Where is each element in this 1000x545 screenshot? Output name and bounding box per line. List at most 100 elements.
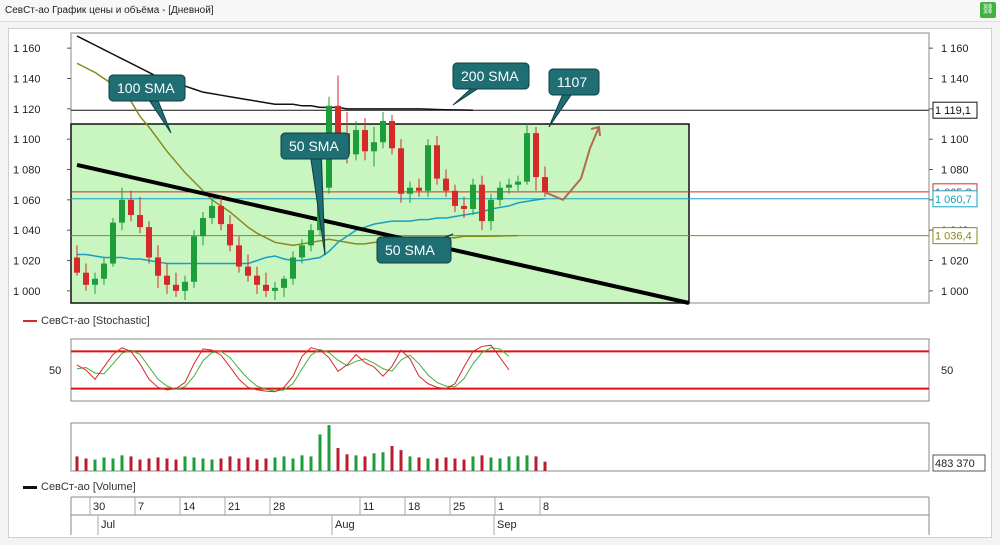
volume-bar (372, 453, 376, 471)
day-label: 11 (363, 501, 374, 513)
volume-bar (264, 458, 268, 471)
volume-bar (111, 458, 115, 471)
candle-body (299, 245, 305, 258)
candle-body (110, 222, 116, 264)
volume-bar (93, 459, 97, 471)
volume-bar (192, 457, 196, 471)
y-tick-right: 1 000 (941, 286, 969, 298)
volume-bar (489, 457, 493, 471)
volume-bar (318, 434, 322, 471)
candle-body (236, 245, 242, 267)
y-tick-left: 1 000 (13, 286, 41, 298)
volume-bar (444, 457, 448, 471)
stochastic-legend-label: СевСт-ао [Stochastic] (41, 315, 150, 327)
y-tick-right: 1 020 (941, 256, 969, 268)
candle-body (128, 199, 134, 216)
day-label: 14 (183, 501, 195, 513)
candle-body (362, 130, 368, 152)
volume-bar (75, 456, 79, 471)
volume-bar (462, 459, 466, 471)
callout-label: 50 SMA (289, 138, 339, 154)
volume-bar (84, 458, 88, 471)
candle-body (218, 205, 224, 225)
candle-body (416, 187, 422, 191)
candle-body (101, 263, 107, 279)
volume-bar (408, 456, 412, 471)
volume-bar (183, 456, 187, 471)
candle-body (263, 284, 269, 291)
volume-bar (147, 458, 151, 471)
volume-bar (228, 456, 232, 471)
month-label: Sep (497, 519, 517, 531)
day-label: 8 (543, 501, 549, 513)
volume-bar (354, 455, 358, 471)
volume-bar (174, 459, 178, 471)
candle-body (290, 257, 296, 279)
candle-body (479, 184, 485, 222)
candle-body (281, 278, 287, 288)
channel-rectangle (70, 123, 690, 304)
volume-bar (471, 456, 475, 471)
day-label: 1 (498, 501, 504, 513)
candle-body (515, 181, 521, 185)
candle-body (353, 130, 359, 155)
volume-bar (120, 455, 124, 471)
stochastic-tick-left: 50 (49, 365, 61, 377)
window-title: СевСт-ао График цены и объёма - [Дневной… (5, 5, 214, 16)
day-label: 18 (408, 501, 420, 513)
volume-bar (435, 458, 439, 471)
volume-bar (237, 458, 241, 471)
candle-body (389, 120, 395, 149)
callout-label: 50 SMA (385, 242, 435, 258)
day-label: 28 (273, 501, 285, 513)
window-titlebar: СевСт-ао График цены и объёма - [Дневной… (0, 0, 1000, 22)
candle-body (506, 184, 512, 188)
callout-label: 100 SMA (117, 80, 175, 96)
volume-bar (156, 457, 160, 471)
volume-bar (165, 458, 169, 471)
candle-body (137, 215, 143, 228)
candle-body (434, 145, 440, 179)
volume-bar (300, 455, 304, 471)
candle-body (461, 205, 467, 209)
volume-bar (417, 457, 421, 471)
volume-bar (210, 459, 214, 471)
price-tag-label: 1 036,4 (935, 231, 972, 243)
volume-bar (390, 445, 394, 471)
candle-body (380, 120, 386, 143)
candle-body (74, 257, 80, 273)
volume-bar (507, 456, 511, 471)
volume-bar (273, 457, 277, 471)
candle-body (191, 236, 197, 282)
y-tick-right: 1 100 (941, 134, 969, 146)
month-label: Aug (335, 519, 355, 531)
y-tick-left: 1 060 (13, 195, 41, 207)
y-tick-left: 1 100 (13, 134, 41, 146)
day-label: 21 (228, 501, 240, 513)
candle-body (533, 133, 539, 178)
month-label: Jul (101, 519, 115, 531)
candle-body (119, 199, 125, 223)
callout-label: 1107 (557, 74, 587, 90)
volume-legend: СевСт-ао [Volume] (23, 481, 136, 493)
y-tick-left: 1 040 (13, 225, 41, 237)
candle-body (209, 205, 215, 219)
volume-bar (453, 458, 457, 471)
link-icon[interactable]: ⛓ (980, 2, 996, 18)
candle-body (227, 224, 233, 246)
chart-panel: 1 1601 1601 1401 1401 1201 1201 1001 100… (8, 28, 992, 538)
y-tick-left: 1 140 (13, 74, 41, 86)
candle-body (452, 190, 458, 206)
candle-body (173, 284, 179, 291)
volume-bar (336, 448, 340, 471)
candle-body (200, 218, 206, 237)
volume-bar (309, 456, 313, 471)
volume-bar (255, 459, 259, 471)
stochastic-legend: СевСт-ао [Stochastic] (23, 315, 150, 327)
candle-body (164, 275, 170, 285)
price-tag-label: 1 060,7 (935, 194, 972, 206)
y-tick-left: 1 120 (13, 104, 41, 116)
volume-bar (345, 454, 349, 471)
candle-body (92, 278, 98, 285)
volume-bar (480, 455, 484, 471)
